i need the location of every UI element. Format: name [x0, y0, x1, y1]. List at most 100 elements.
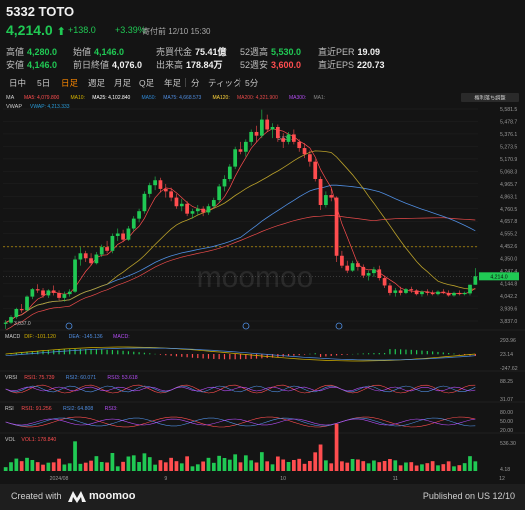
volume-bar — [356, 459, 360, 471]
macd-bar — [213, 354, 215, 359]
volume-bar — [382, 461, 387, 471]
tab-intraday[interactable]: 日中 — [9, 77, 26, 89]
candle-body — [404, 289, 408, 293]
candle-body — [243, 141, 248, 152]
volume-bar — [211, 462, 216, 471]
macd-bar — [432, 351, 434, 355]
candle-body — [318, 179, 323, 206]
rsi-legend: RSI3: — [105, 406, 118, 412]
volume-bar — [249, 460, 254, 471]
candle-body — [452, 292, 456, 296]
ma-legend-item: MA120: — [213, 95, 230, 101]
ma-legend-item: MA5: 4,079.800 — [24, 95, 60, 101]
macd-bar — [367, 353, 370, 355]
candle-body — [425, 291, 430, 293]
volume-bar — [78, 463, 83, 471]
candle-body — [393, 290, 398, 293]
volume-bar — [409, 462, 414, 471]
event-marker-icon — [65, 322, 73, 330]
tab-tick[interactable]: ティック — [208, 77, 242, 89]
candle-body — [62, 294, 67, 298]
stat-52w-high: 52週高 5,530.0 — [240, 47, 302, 57]
volume-bar — [222, 458, 227, 471]
candle-body — [190, 211, 195, 214]
macd-bar — [437, 351, 439, 355]
macd-bar — [127, 351, 130, 355]
candle-body — [201, 208, 206, 213]
volume-bar — [30, 460, 35, 471]
chart-app: 5332 TOTO 4,214.0 ⬆ +138.0 +3.39% 寄付前 12… — [0, 0, 525, 510]
macd-bar — [346, 354, 348, 355]
candle-body — [324, 195, 328, 206]
tab-quarterly[interactable]: Q足 — [139, 77, 154, 89]
vrsi-legend: RSI1: 75.739 — [24, 375, 54, 381]
candle-body — [227, 166, 232, 179]
volume-bar — [46, 462, 51, 471]
volume-bar — [131, 455, 136, 471]
volume-bar — [163, 462, 168, 471]
volume-bar — [286, 462, 291, 471]
candle-body — [169, 191, 173, 198]
volume-bar — [318, 444, 323, 471]
macd-bar — [362, 353, 364, 355]
tab-yearly[interactable]: 年足 — [164, 77, 181, 89]
macd-bar — [69, 349, 71, 355]
price-axis-label: 4,042.2 — [500, 294, 517, 300]
volume-bar — [153, 464, 157, 471]
x-axis-label: 2024/08 — [50, 476, 69, 482]
macd-axis-label: 23.14 — [500, 352, 513, 358]
tab-weekly[interactable]: 週足 — [88, 77, 105, 89]
volume-bar — [62, 464, 67, 471]
candle-body — [265, 119, 270, 130]
rsi-legend: RSI2: 64.808 — [63, 406, 93, 412]
macd-bar — [293, 354, 295, 356]
tab-5min[interactable]: 5分 — [245, 77, 258, 89]
candle-body — [441, 291, 446, 293]
price-chart[interactable]: MA MA5: 4,079.800 MA10: MA25: 4,102.840 MA50… — [0, 92, 525, 484]
macd-bar — [138, 352, 140, 355]
price-axis-label: 4,657.8 — [500, 219, 517, 225]
stat-turnover: 売買代金 75.41億 — [156, 47, 227, 57]
macd-bar — [218, 354, 220, 360]
event-marker-icon — [242, 322, 250, 330]
candle-body — [195, 208, 200, 212]
macd-axis-label: 293.96 — [500, 338, 516, 344]
volume-bar — [275, 456, 280, 471]
macd-bar — [378, 353, 380, 355]
candle-body — [206, 206, 211, 213]
candle-body — [259, 119, 264, 136]
tab-daily[interactable]: 日足 — [61, 77, 78, 89]
candle-body — [414, 290, 419, 295]
stat-volume: 出来高 178.84万 — [156, 60, 223, 70]
tab-divider — [239, 78, 240, 87]
stat-open: 始値 4,146.0 — [73, 47, 125, 57]
volume-bar — [430, 461, 435, 471]
moomoo-logo-icon — [68, 491, 86, 503]
volume-bar — [324, 460, 328, 471]
candle-body — [147, 185, 152, 194]
macd-legend: DIF: -101.120 — [24, 334, 56, 340]
candle-body — [430, 292, 435, 295]
volume-bar — [89, 460, 93, 471]
macd-bar — [133, 351, 135, 355]
volume-bar — [51, 462, 56, 471]
macd-bar — [149, 353, 151, 355]
macd-bar — [106, 349, 108, 355]
stock-title: 5332 TOTO — [6, 4, 75, 19]
tab-5day[interactable]: 5日 — [37, 77, 50, 89]
candle-body — [286, 134, 291, 142]
macd-legend: MACD — [5, 334, 21, 340]
macd-bar — [255, 354, 258, 359]
candle-body — [25, 296, 29, 311]
macd-bar — [170, 354, 172, 356]
volume-bar — [441, 464, 446, 471]
tab-monthly[interactable]: 月足 — [114, 77, 131, 89]
candle-body — [275, 126, 280, 139]
tab-minute[interactable]: 分 — [191, 77, 200, 89]
macd-bar — [325, 354, 327, 357]
candle-body — [462, 292, 467, 295]
ma-legend-item: MA200: 4,321.900 — [237, 95, 278, 101]
macd-bar — [101, 349, 103, 355]
macd-bar — [341, 354, 343, 356]
candle-body — [377, 269, 382, 279]
